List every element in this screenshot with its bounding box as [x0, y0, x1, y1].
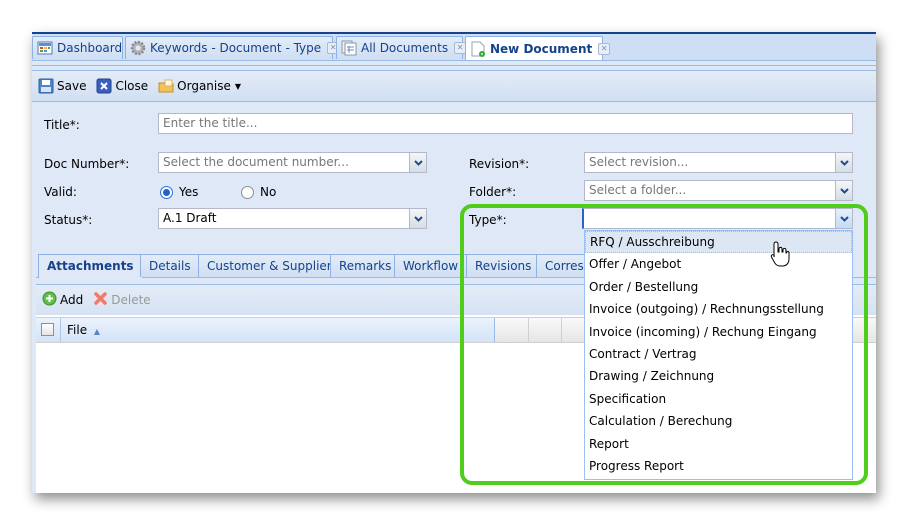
type-option[interactable]: RFQ / Ausschreibung	[585, 231, 852, 254]
type-option[interactable]: Offer / Angebot	[585, 253, 852, 275]
chevron-down-icon	[413, 159, 423, 166]
tab-all-documents[interactable]: All Documents ✕	[336, 36, 467, 59]
chevron-down-icon	[413, 215, 423, 222]
type-option[interactable]: Order / Bestellung	[585, 276, 852, 298]
close-button[interactable]: Close	[96, 78, 148, 94]
column-header[interactable]	[529, 318, 562, 342]
chevron-down-icon	[839, 187, 849, 194]
doc-number-dropdown-trigger[interactable]	[410, 152, 427, 173]
sort-ascending-icon: ▲	[93, 327, 101, 336]
doc-number-combo[interactable]: Select the document number...	[158, 152, 410, 173]
caret-down-icon: ▼	[234, 81, 242, 91]
tab-workflow[interactable]: Workflow	[394, 254, 468, 277]
revision-combo[interactable]: Select revision...	[584, 152, 836, 173]
revision-dropdown-trigger[interactable]	[836, 152, 853, 173]
document-toolbar: Save Close Organise ▼	[32, 70, 876, 102]
type-option[interactable]: Contract / Vertrag	[585, 343, 852, 365]
add-label: Add	[60, 293, 84, 307]
type-label: Type*:	[469, 213, 507, 227]
delete-x-icon	[93, 291, 108, 309]
radio-label: Yes	[179, 185, 199, 199]
tab-label: Keywords - Document - Type	[150, 41, 322, 55]
organise-label: Organise	[177, 79, 231, 93]
tab-attachments[interactable]: Attachments	[38, 254, 143, 278]
status-dropdown-trigger[interactable]	[410, 208, 427, 229]
type-option[interactable]: Invoice (outgoing) / Rechnungsstellung	[585, 298, 852, 320]
folder-combo[interactable]: Select a folder...	[584, 180, 836, 201]
hand-pointer-cursor-icon	[770, 240, 790, 271]
valid-no-radio[interactable]: No	[241, 185, 276, 199]
save-disk-icon	[38, 78, 54, 94]
tab-new-document[interactable]: New Document ✕	[465, 36, 611, 60]
add-circle-icon	[42, 291, 57, 309]
organise-menu-button[interactable]: Organise ▼	[158, 78, 241, 94]
column-header[interactable]	[496, 318, 529, 342]
delete-label: Delete	[111, 293, 151, 307]
chevron-down-icon	[839, 159, 849, 166]
folder-icon	[158, 78, 174, 94]
type-option[interactable]: Report	[585, 433, 852, 455]
tab-customer-supplier[interactable]: Customer & Supplier	[198, 254, 341, 277]
type-option[interactable]: Drawing / Zeichnung	[585, 365, 852, 387]
tab-remarks[interactable]: Remarks	[330, 254, 401, 277]
type-option[interactable]: Specification	[585, 388, 852, 410]
type-dropdown-list: RFQ / Ausschreibung Offer / Angebot Orde…	[584, 230, 853, 480]
folder-label: Folder*:	[469, 185, 517, 199]
tab-revisions[interactable]: Revisions	[466, 254, 541, 277]
radio-checked-icon	[160, 185, 173, 199]
delete-button[interactable]: Delete	[93, 291, 151, 309]
type-option[interactable]: Invoice (incoming) / Rechung Eingang	[585, 321, 852, 343]
status-combo[interactable]: A.1 Draft	[158, 208, 410, 229]
gear-icon	[130, 40, 146, 56]
tab-label: New Document	[490, 41, 593, 56]
type-dropdown-trigger[interactable]	[836, 208, 853, 229]
column-label: File	[67, 323, 88, 337]
tab-strip-bottom	[32, 61, 876, 66]
tab-dashboard[interactable]: Dashboard	[32, 36, 123, 59]
documents-icon	[341, 40, 357, 56]
tab-keywords-document-type[interactable]: Keywords - Document - Type ✕	[125, 36, 340, 59]
tab-label: All Documents	[361, 41, 449, 55]
revision-label: Revision*:	[469, 157, 530, 171]
close-icon[interactable]: ✕	[598, 42, 611, 55]
radio-label: No	[260, 185, 277, 199]
save-button[interactable]: Save	[38, 78, 86, 94]
app-window: Dashboard Keywords - Document - Type ✕ A…	[32, 32, 876, 493]
valid-label: Valid:	[44, 185, 77, 199]
add-button[interactable]: Add	[42, 291, 83, 309]
close-label: Close	[115, 79, 149, 93]
doc-number-label: Doc Number*:	[44, 157, 130, 171]
tab-details[interactable]: Details	[140, 254, 200, 277]
column-header-file[interactable]: File ▲	[61, 318, 495, 342]
tab-label: Dashboard	[57, 41, 123, 55]
title-label: Title*:	[44, 118, 80, 132]
main-tab-strip: Dashboard Keywords - Document - Type ✕ A…	[32, 34, 876, 61]
save-label: Save	[57, 79, 87, 93]
close-x-icon	[96, 78, 112, 94]
status-label: Status*:	[44, 213, 93, 227]
valid-yes-radio[interactable]: Yes	[160, 185, 198, 199]
folder-dropdown-trigger[interactable]	[836, 180, 853, 201]
type-option[interactable]: Progress Report	[585, 455, 852, 477]
type-option[interactable]: Calculation / Berechung	[585, 410, 852, 432]
new-document-icon	[470, 41, 486, 57]
chevron-down-icon	[839, 215, 849, 222]
select-all-checkbox[interactable]	[41, 323, 54, 336]
type-combo[interactable]	[582, 208, 836, 229]
dashboard-grid-icon	[37, 40, 53, 56]
select-all-column	[36, 318, 61, 342]
title-input[interactable]: Enter the title...	[158, 113, 853, 134]
radio-unchecked-icon	[241, 185, 254, 199]
